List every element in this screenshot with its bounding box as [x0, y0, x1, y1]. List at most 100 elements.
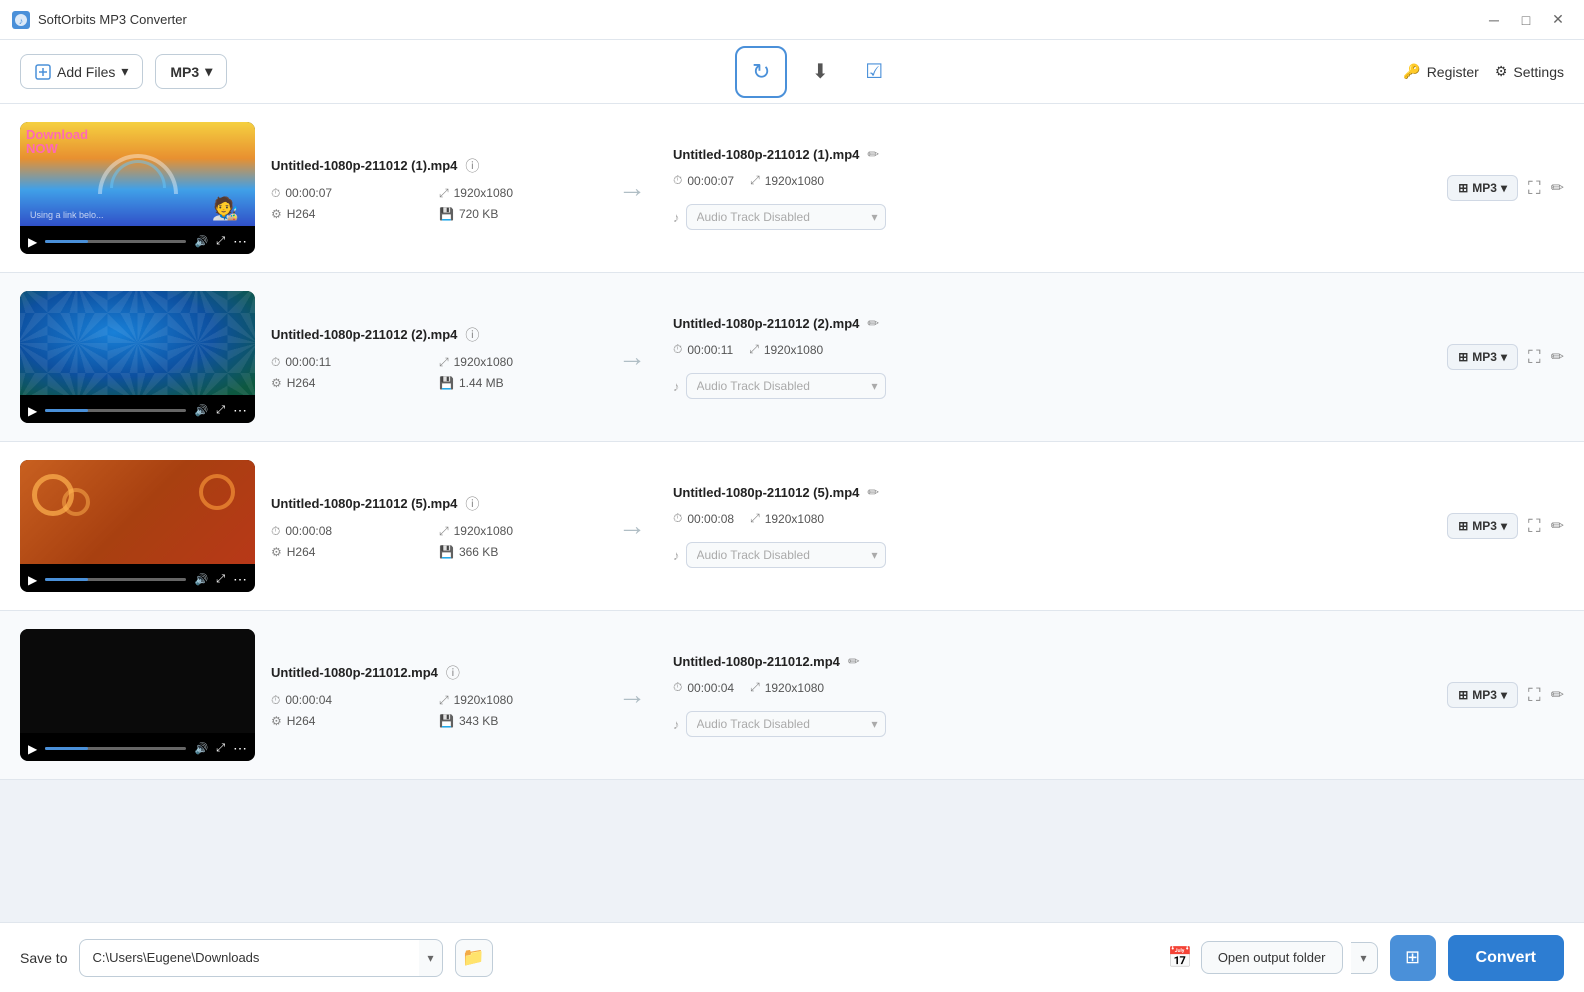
- disk-icon-2: 💾: [439, 376, 454, 390]
- open-folder-button[interactable]: Open output folder: [1201, 941, 1343, 974]
- audio-track-wrapper-1: Audio Track Disabled: [686, 204, 886, 230]
- toolbar-left: Add Files ▾ MP3 ▾: [20, 54, 227, 89]
- download-button[interactable]: ⬇: [799, 51, 841, 93]
- register-button[interactable]: 🔑 Register: [1403, 63, 1479, 80]
- format-grid-icon-1: ⊞: [1458, 181, 1468, 195]
- more-button-2[interactable]: ⋯: [233, 402, 247, 419]
- output-meta-3: ⏱ 00:00:08 ⤢ 1920x1080: [673, 511, 1431, 526]
- format-chevron-icon-4: ▾: [1501, 688, 1507, 702]
- add-files-button[interactable]: Add Files ▾: [20, 54, 143, 89]
- file-info-1: Untitled-1080p-211012 (1).mp4 ⓘ ⏱ 00:00:…: [271, 156, 591, 221]
- edit-icon-2[interactable]: ✏: [867, 315, 879, 332]
- format-button[interactable]: MP3 ▾: [155, 54, 227, 89]
- grid-view-button[interactable]: ⊞: [1390, 935, 1436, 981]
- audio-track-select-4[interactable]: Audio Track Disabled: [686, 711, 886, 737]
- audio-track-select-1[interactable]: Audio Track Disabled: [686, 204, 886, 230]
- fullscreen-button-3[interactable]: ⤢: [216, 573, 225, 586]
- thumb-controls-2: ▶ 🔊 ⤢ ⋯: [20, 398, 255, 423]
- crop-icon-2[interactable]: ⛶: [1528, 347, 1541, 368]
- check-icon: ☑: [865, 59, 883, 84]
- check-button[interactable]: ☑: [853, 51, 895, 93]
- edit-icon-1[interactable]: ✏: [867, 146, 879, 163]
- thumbnail-1: 🧑‍🎨 DownloadNOW Using a link belo... ▶ 🔊…: [20, 122, 255, 254]
- format-badge-1[interactable]: ⊞ MP3 ▾: [1447, 175, 1518, 201]
- crop-icon-3[interactable]: ⛶: [1528, 516, 1541, 537]
- edit-settings-icon-3[interactable]: ✏: [1551, 516, 1564, 536]
- format-badge-4[interactable]: ⊞ MP3 ▾: [1447, 682, 1518, 708]
- format-grid-icon-2: ⊞: [1458, 350, 1468, 364]
- folder-icon: 📁: [462, 947, 484, 968]
- more-button-1[interactable]: ⋯: [233, 233, 247, 250]
- info-icon-3[interactable]: ⓘ: [465, 494, 479, 514]
- more-button-4[interactable]: ⋯: [233, 740, 247, 757]
- output-info-3: Untitled-1080p-211012 (5).mp4 ✏ ⏱ 00:00:…: [673, 484, 1431, 568]
- thumbnail-3: ▶ 🔊 ⤢ ⋯: [20, 460, 255, 592]
- refresh-button[interactable]: ↻: [735, 46, 787, 98]
- audio-track-row-1: ♪ Audio Track Disabled: [673, 204, 1431, 230]
- volume-button-2[interactable]: 🔊: [194, 404, 208, 417]
- app-title: SoftOrbits MP3 Converter: [38, 12, 187, 27]
- thumbnail-4: ▶ 🔊 ⤢ ⋯: [20, 629, 255, 761]
- resize-out-icon-4: ⤢: [750, 680, 760, 695]
- edit-settings-icon-1[interactable]: ✏: [1551, 178, 1564, 198]
- play-button-1[interactable]: ▶: [28, 235, 37, 249]
- format-badge-2[interactable]: ⊞ MP3 ▾: [1447, 344, 1518, 370]
- gear-input-icon-3: ⚙: [271, 545, 282, 559]
- arrow-col-3: →: [607, 510, 657, 542]
- output-filename-4: Untitled-1080p-211012.mp4: [673, 654, 840, 669]
- format-badge-3[interactable]: ⊞ MP3 ▾: [1447, 513, 1518, 539]
- resolution-input-1: ⤢ 1920x1080: [439, 186, 591, 201]
- thumb-controls-1: ▶ 🔊 ⤢ ⋯: [20, 229, 255, 254]
- play-button-2[interactable]: ▶: [28, 404, 37, 418]
- disk-icon-4: 💾: [439, 714, 454, 728]
- play-button-3[interactable]: ▶: [28, 573, 37, 587]
- close-button[interactable]: ✕: [1544, 6, 1572, 34]
- arrow-col-2: →: [607, 341, 657, 373]
- play-button-4[interactable]: ▶: [28, 742, 37, 756]
- volume-button-1[interactable]: 🔊: [194, 235, 208, 248]
- duration-input-3: ⏱ 00:00:08: [271, 524, 423, 539]
- volume-button-4[interactable]: 🔊: [194, 742, 208, 755]
- audio-track-wrapper-4: Audio Track Disabled: [686, 711, 886, 737]
- size-input-4: 💾 343 KB: [439, 714, 591, 728]
- edit-settings-icon-2[interactable]: ✏: [1551, 347, 1564, 367]
- audio-track-select-2[interactable]: Audio Track Disabled: [686, 373, 886, 399]
- file-row: ▶ 🔊 ⤢ ⋯ Untitled-1080p-211012.mp4 ⓘ ⏱ 00…: [0, 611, 1584, 780]
- output-row-details-2: ⏱ 00:00:11 ⤢ 1920x1080 ♪ Audio Track Dis…: [673, 342, 1431, 399]
- refresh-icon: ↻: [752, 59, 770, 85]
- fullscreen-button-2[interactable]: ⤢: [216, 404, 225, 417]
- save-path-input[interactable]: [79, 939, 419, 977]
- arrow-right-icon-1: →: [618, 172, 646, 204]
- path-dropdown-button[interactable]: ▾: [419, 939, 442, 977]
- action-icons-4: ⊞ MP3 ▾ ⛶ ✏: [1447, 682, 1564, 708]
- action-icons-2: ⊞ MP3 ▾ ⛶ ✏: [1447, 344, 1564, 370]
- crop-icon-1[interactable]: ⛶: [1528, 178, 1541, 199]
- edit-settings-icon-4[interactable]: ✏: [1551, 685, 1564, 705]
- resize-out-icon-3: ⤢: [750, 511, 760, 526]
- file-list: 🧑‍🎨 DownloadNOW Using a link belo... ▶ 🔊…: [0, 104, 1584, 922]
- output-meta-2: ⏱ 00:00:11 ⤢ 1920x1080: [673, 342, 1431, 357]
- duration-input-1: ⏱ 00:00:07: [271, 186, 423, 201]
- open-folder-dropdown-button[interactable]: ▾: [1351, 942, 1378, 974]
- output-filename-2: Untitled-1080p-211012 (2).mp4: [673, 316, 859, 331]
- fullscreen-button-4[interactable]: ⤢: [216, 742, 225, 755]
- volume-button-3[interactable]: 🔊: [194, 573, 208, 586]
- browse-folder-button[interactable]: 📁: [455, 939, 493, 977]
- info-icon-2[interactable]: ⓘ: [465, 325, 479, 345]
- add-files-icon: [35, 64, 51, 80]
- info-icon-4[interactable]: ⓘ: [446, 663, 460, 683]
- minimize-button[interactable]: ─: [1480, 6, 1508, 34]
- output-row-details-3: ⏱ 00:00:08 ⤢ 1920x1080 ♪ Audio Track Dis…: [673, 511, 1431, 568]
- edit-icon-4[interactable]: ✏: [848, 653, 860, 670]
- edit-icon-3[interactable]: ✏: [867, 484, 879, 501]
- more-button-3[interactable]: ⋯: [233, 571, 247, 588]
- save-path-group: ▾: [79, 939, 442, 977]
- output-row-details-4: ⏱ 00:00:04 ⤢ 1920x1080 ♪ Audio Track Dis…: [673, 680, 1431, 737]
- info-icon-1[interactable]: ⓘ: [465, 156, 479, 176]
- convert-button[interactable]: Convert: [1448, 935, 1564, 981]
- fullscreen-button-1[interactable]: ⤢: [216, 235, 225, 248]
- maximize-button[interactable]: □: [1512, 6, 1540, 34]
- settings-button[interactable]: ⚙ Settings: [1495, 63, 1564, 80]
- audio-track-select-3[interactable]: Audio Track Disabled: [686, 542, 886, 568]
- crop-icon-4[interactable]: ⛶: [1528, 685, 1541, 706]
